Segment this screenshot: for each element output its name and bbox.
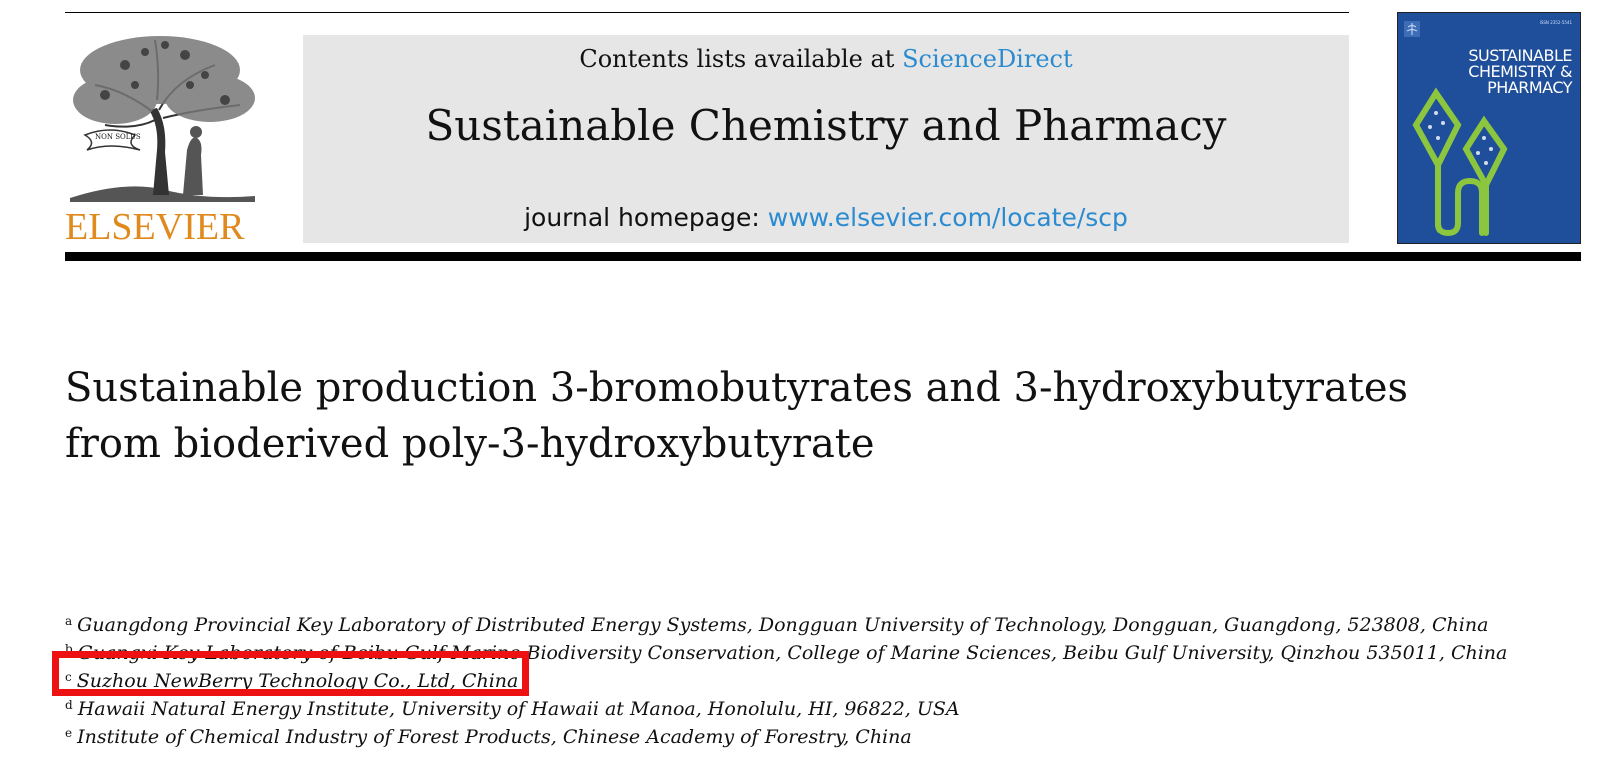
- elsevier-wordmark: ELSEVIER: [65, 206, 245, 248]
- contents-line: Contents lists available at ScienceDirec…: [303, 45, 1349, 73]
- affiliation-text: Guangxi Key Laboratory of Beibu Gulf Mar…: [77, 642, 1508, 664]
- affiliation-c: c Suzhou NewBerry Technology Co., Ltd, Ch…: [65, 663, 1465, 692]
- journal-homepage-link[interactable]: www.elsevier.com/locate/scp: [768, 203, 1128, 232]
- article-title-line-1: Sustainable production 3-bromobutyrates …: [65, 365, 1409, 411]
- top-rule: [65, 12, 1349, 13]
- affiliation-b: b Guangxi Key Laboratory of Beibu Gulf Ma…: [65, 635, 1507, 664]
- affiliation-e: e Institute of Chemical Industry of Fores…: [65, 719, 1465, 748]
- affiliation-a: a Guangdong Provincial Key Laboratory of …: [65, 607, 1488, 636]
- contents-prefix: Contents lists available at: [579, 45, 903, 73]
- journal-header: Contents lists available at ScienceDirec…: [303, 35, 1349, 243]
- article-title-line-2: from bioderived poly-3-hydroxybutyrate: [65, 421, 875, 467]
- affiliation-mark: b: [65, 642, 73, 656]
- affiliations-list: a Guangdong Provincial Key Laboratory of …: [65, 607, 1507, 748]
- affiliation-d: d Hawaii Natural Energy Institute, Univer…: [65, 691, 1465, 720]
- homepage-prefix: journal homepage:: [524, 203, 768, 232]
- elsevier-logo[interactable]: NON SOLUS ELSEVIER: [65, 30, 260, 248]
- journal-cover[interactable]: ISSN 2352-5541 SUSTAINABLE CHEMISTRY & P…: [1397, 12, 1581, 244]
- sciencedirect-link[interactable]: ScienceDirect: [902, 45, 1073, 73]
- article-title: Sustainable production 3-bromobutyrates …: [65, 360, 1445, 472]
- logo-motto: NON SOLUS: [95, 133, 141, 141]
- affiliation-text: Guangdong Provincial Key Laboratory of D…: [77, 614, 1489, 636]
- cover-issn: ISSN 2352-5541: [1539, 20, 1572, 25]
- affiliation-mark: d: [65, 698, 73, 712]
- affiliation-text: Hawaii Natural Energy Institute, Univers…: [77, 698, 960, 720]
- elsevier-mini-logo-icon: [1404, 21, 1420, 37]
- affiliation-mark: c: [65, 670, 72, 684]
- elsevier-tree-icon: [70, 36, 255, 202]
- homepage-line: journal homepage: www.elsevier.com/locat…: [303, 203, 1349, 232]
- affiliation-text: Institute of Chemical Industry of Forest…: [77, 726, 912, 748]
- affiliation-mark: a: [65, 614, 73, 628]
- affiliation-text: Suzhou NewBerry Technology Co., Ltd, Chi…: [76, 670, 519, 692]
- affiliation-mark: e: [65, 726, 73, 740]
- journal-title: Sustainable Chemistry and Pharmacy: [425, 101, 1227, 150]
- flask-leaf-icon: [1412, 87, 1508, 237]
- header-thick-rule: [65, 252, 1581, 261]
